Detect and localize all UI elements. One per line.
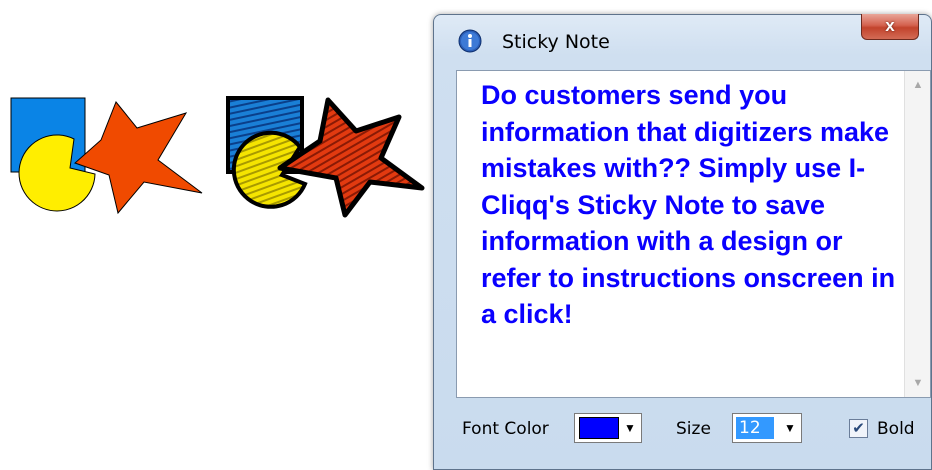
chevron-down-icon[interactable]: ▼ [781,416,799,440]
bold-label: Bold [877,419,915,439]
window-title: Sticky Note [502,31,610,53]
note-text-area[interactable]: Do customers send you information that d… [456,70,931,398]
chevron-down-icon[interactable]: ▼ [621,416,639,440]
sticky-note-window: Sticky Note x Do customers send you info… [433,14,932,470]
font-color-swatch [579,417,619,439]
info-icon [458,29,482,53]
scroll-down-arrow-icon[interactable]: ▼ [905,371,931,395]
flat-design-shapes [10,97,203,215]
font-color-label: Font Color [462,419,549,439]
font-size-dropdown[interactable]: 12 ▼ [732,413,802,443]
checkmark-icon: ✔ [852,420,865,437]
close-button[interactable]: x [861,14,919,40]
vertical-scrollbar[interactable]: ▲ ▼ [904,71,930,397]
close-icon: x [885,16,895,35]
design-canvas [0,0,440,470]
formatting-toolbar: Font Color ▼ Size 12 ▼ ✔ Bold [456,405,931,455]
scroll-up-arrow-icon[interactable]: ▲ [905,73,931,97]
font-color-dropdown[interactable]: ▼ [574,413,642,443]
stitched-design-shapes [226,96,425,218]
font-size-value: 12 [736,417,774,439]
design-preview [10,96,425,218]
title-bar[interactable]: Sticky Note x [434,14,931,71]
note-text: Do customers send you information that d… [481,80,896,329]
size-label: Size [676,419,711,439]
red-star-shape [74,101,203,215]
bold-checkbox[interactable]: ✔ [849,419,868,438]
